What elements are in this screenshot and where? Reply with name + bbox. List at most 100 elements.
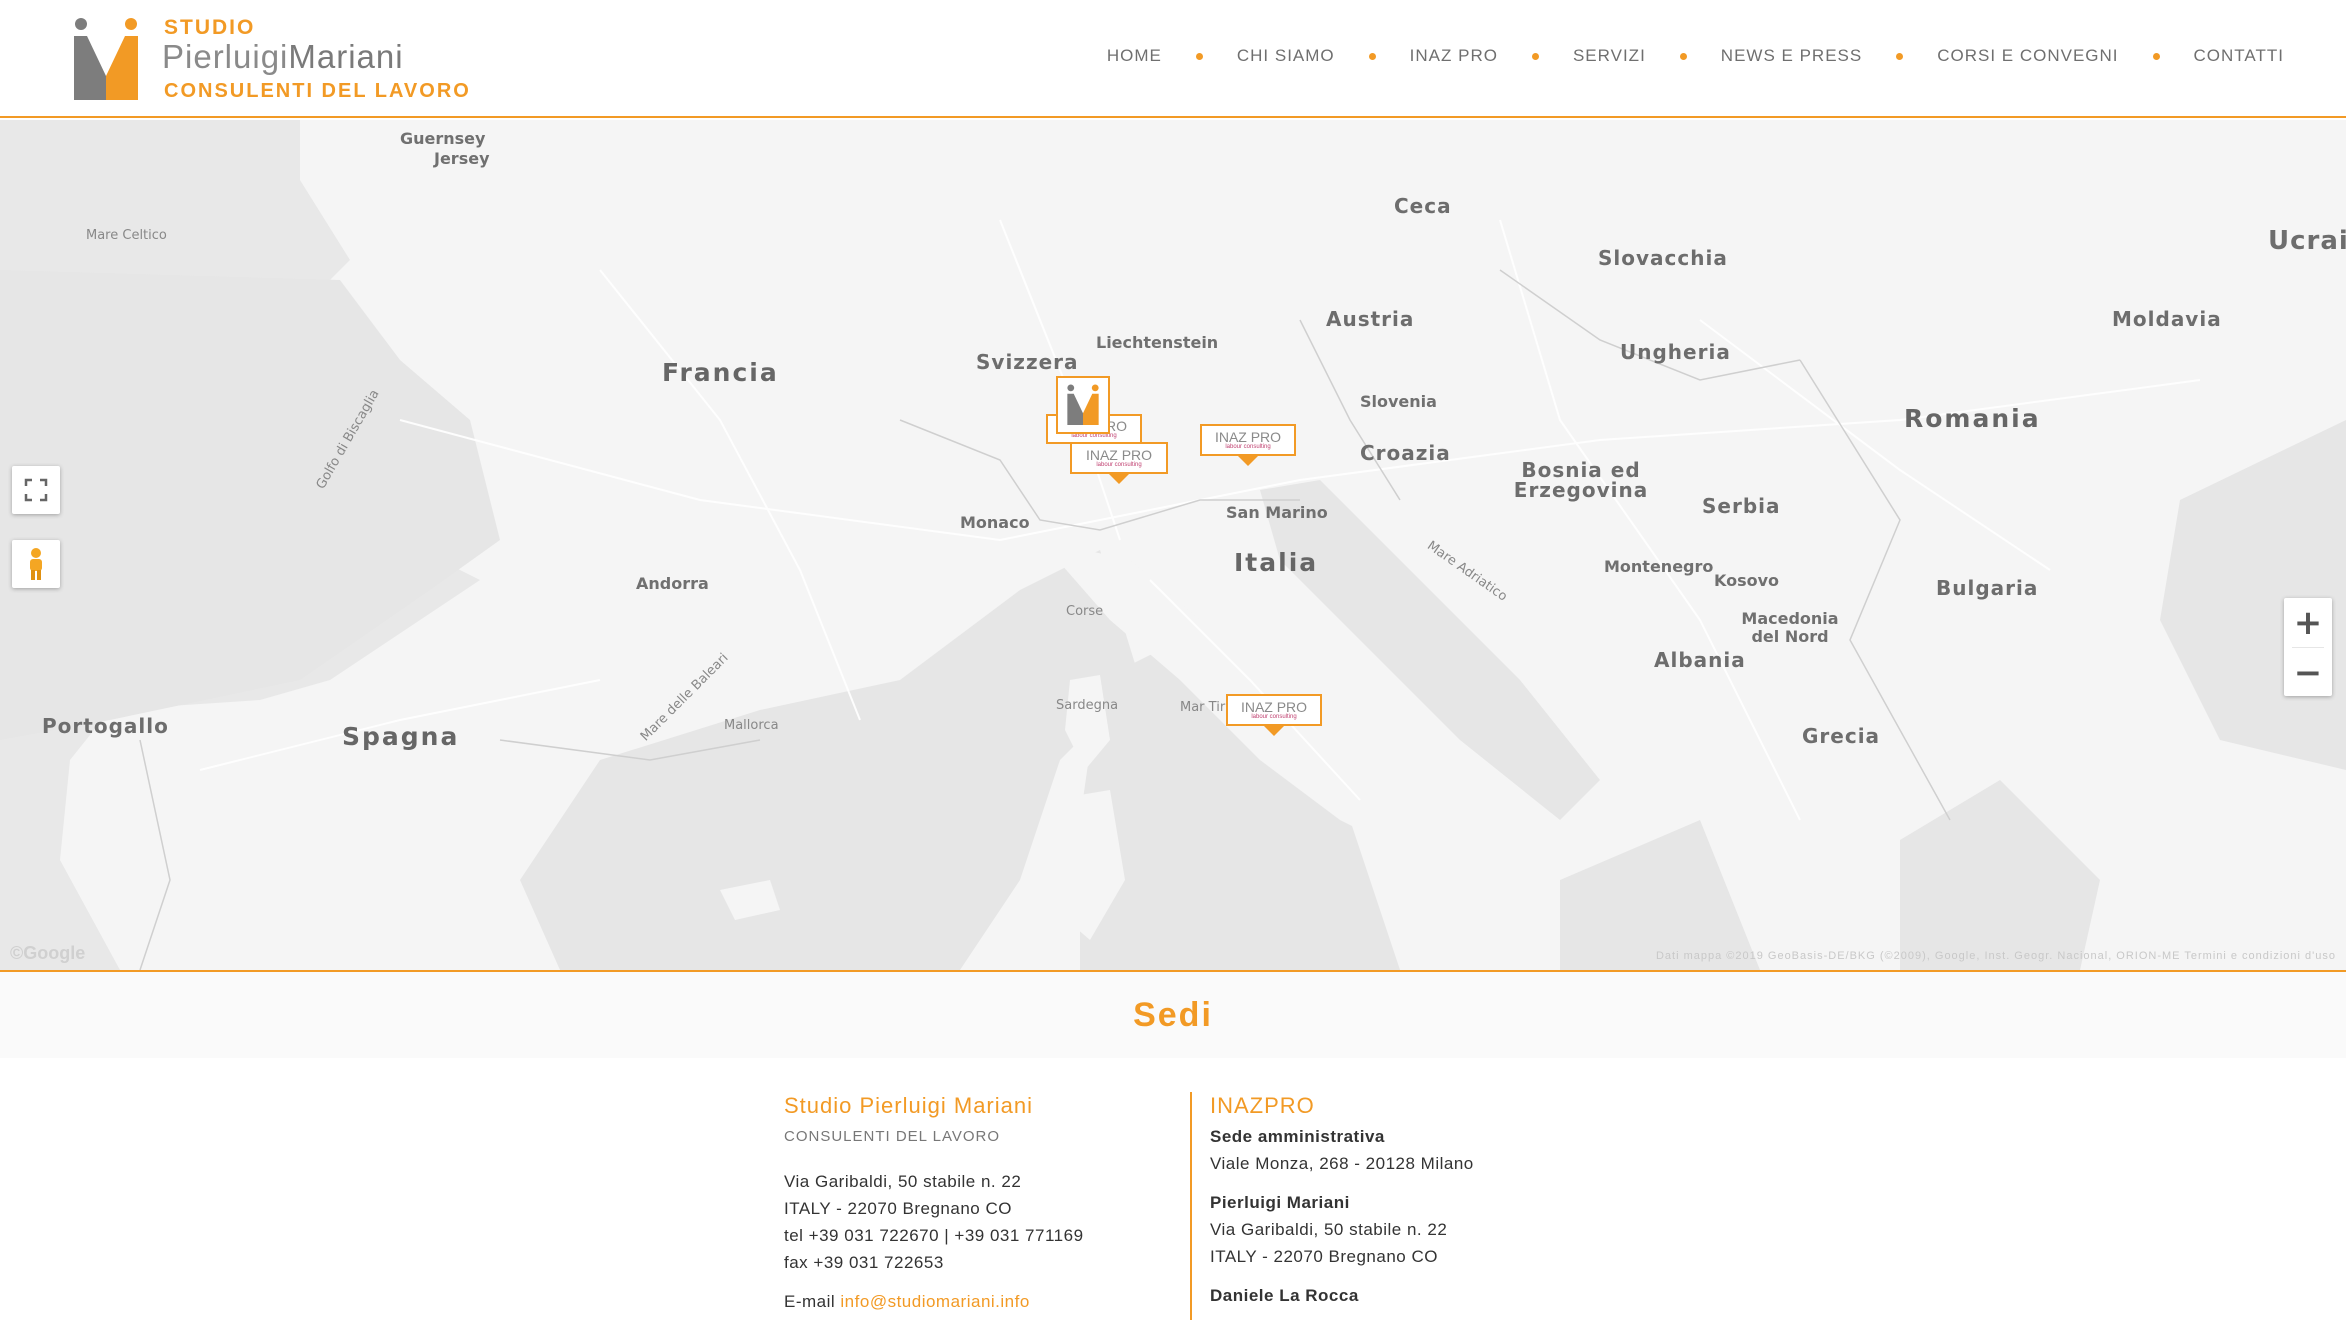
map-label-monaco: Monaco <box>960 513 1030 532</box>
map-label-andorra: Andorra <box>636 574 709 593</box>
nav-news-press[interactable]: NEWS E PRESS <box>1721 46 1862 66</box>
map-label-francia: Francia <box>662 358 779 387</box>
office-fax: fax +39 031 722653 <box>784 1253 944 1272</box>
logo-subtitle: CONSULENTI DEL LAVORO <box>164 80 471 102</box>
site-header: STUDIO PierluigiMariani CONSULENTI DEL L… <box>0 0 2346 118</box>
office-address-line: Via Garibaldi, 50 stabile n. 22 <box>784 1172 1022 1191</box>
map-label-san-marino: San Marino <box>1226 503 1328 522</box>
section-title: Sedi <box>1133 995 1213 1034</box>
locations-map[interactable]: Francia Italia Spagna Romania Austria Sl… <box>0 120 2346 970</box>
nav-separator-dot <box>1368 52 1376 60</box>
map-label-ceca: Ceca <box>1394 194 1452 218</box>
google-logo[interactable]: ©Google <box>10 943 85 964</box>
office-block-title: Pierluigi Mariani <box>1210 1193 1350 1212</box>
office-address-line: Via Garibaldi, 50 stabile n. 22 <box>1210 1220 1448 1239</box>
nav-inaz-pro[interactable]: INAZ PRO <box>1410 46 1498 66</box>
office-email-line: E-mail info@studiomariani.info <box>784 1288 1164 1315</box>
map-attribution[interactable]: Dati mappa ©2019 GeoBasis-DE/BKG (©2009)… <box>1656 950 2336 962</box>
logo-name-text: PierluigiMariani <box>162 38 404 76</box>
map-label-bosnia: Bosnia ed Erzegovina <box>1513 458 1649 502</box>
logo-studio-text: STUDIO <box>164 16 256 39</box>
marker-pointer <box>1264 726 1284 736</box>
zoom-in-button[interactable]: + <box>2284 598 2332 647</box>
map-marker-inaz-verona[interactable]: INAZ PRO labour consulting <box>1200 424 1296 466</box>
map-label-moldavia: Moldavia <box>2112 307 2222 331</box>
map-label-montenegro: Montenegro <box>1604 557 1714 576</box>
map-label-croazia: Croazia <box>1360 441 1451 465</box>
office-address-line: ITALY - 22070 Bregnano CO <box>1210 1247 1438 1266</box>
inaz-pro-logo: INAZ PROlabour consulting <box>1086 448 1152 468</box>
zoom-controls: + − <box>2284 598 2332 696</box>
marker-pointer <box>1238 456 1258 466</box>
map-label-ucraina: Ucrai <box>2268 226 2346 256</box>
marker-label: INAZ PRO <box>1214 429 1282 445</box>
map-label-portogallo: Portogallo <box>42 714 169 738</box>
nav-separator-dot <box>2152 52 2160 60</box>
map-label-mallorca: Mallorca <box>724 718 779 733</box>
fullscreen-button[interactable] <box>12 466 60 514</box>
map-label-sardegna: Sardegna <box>1056 698 1119 713</box>
nav-separator-dot <box>1896 52 1904 60</box>
marker-label: INAZ PRO <box>1085 447 1153 463</box>
map-label-ungheria: Ungheria <box>1620 340 1731 364</box>
map-label-italia: Italia <box>1234 548 1319 577</box>
map-label-bulgaria: Bulgaria <box>1936 576 2039 600</box>
office-address-line: Viale Monza, 268 - 20128 Milano <box>1210 1154 1474 1173</box>
map-label-kosovo: Kosovo <box>1714 571 1780 590</box>
office-title: INAZPRO <box>1210 1093 1315 1118</box>
office-address-line: ITALY - 22070 Bregnano CO <box>784 1199 1012 1218</box>
map-label-liechtenstein: Liechtenstein <box>1096 333 1219 352</box>
fullscreen-icon <box>24 478 48 502</box>
map-label-jersey: Jersey <box>434 149 490 168</box>
map-label-svizzera: Svizzera <box>976 350 1079 374</box>
map-label-slovacchia: Slovacchia <box>1598 246 1728 270</box>
map-marker-inaz-milano[interactable]: INAZ PRO labour consulting <box>1070 442 1168 484</box>
map-label-spagna: Spagna <box>342 722 460 751</box>
inaz-pro-logo: INAZ PROlabour consulting <box>1241 700 1307 720</box>
email-link[interactable]: info@studiomariani.info <box>840 1292 1029 1311</box>
map-label-albania: Albania <box>1654 648 1746 672</box>
map-label-macedonia: Macedonia del Nord <box>1741 609 1839 646</box>
office-inazpro: INAZPRO Sede amministrativa Viale Monza,… <box>1190 1092 1690 1320</box>
map-label-slovenia: Slovenia <box>1360 392 1437 411</box>
map-marker-studio-mariani[interactable] <box>1056 376 1110 434</box>
nav-contatti[interactable]: CONTATTI <box>2194 46 2284 66</box>
map-label-mare-celtico: Mare Celtico <box>86 228 167 243</box>
offices-info: Studio Pierluigi Mariani CONSULENTI DEL … <box>784 1092 1684 1320</box>
map-base-layer <box>0 120 2346 970</box>
map-label-guernsey: Guernsey <box>400 129 486 148</box>
map-label-corse: Corse <box>1066 604 1104 619</box>
office-block-title: Daniele La Rocca <box>1210 1286 1359 1305</box>
map-label-romania: Romania <box>1904 404 2041 433</box>
street-view-button[interactable] <box>12 540 60 588</box>
studio-mariani-logo[interactable]: STUDIO PierluigiMariani CONSULENTI DEL L… <box>70 14 490 104</box>
map-label-serbia: Serbia <box>1702 494 1781 518</box>
map-marker-inaz-roma[interactable]: INAZ PRO labour consulting <box>1226 694 1322 736</box>
office-subtitle: CONSULENTI DEL LAVORO <box>784 1128 1001 1145</box>
marker-pointer <box>1109 474 1129 484</box>
nav-home[interactable]: HOME <box>1107 46 1162 66</box>
logo-m-icon <box>74 18 138 100</box>
zoom-out-button[interactable]: − <box>2284 648 2332 697</box>
nav-chi-siamo[interactable]: CHI SIAMO <box>1237 46 1335 66</box>
office-block-title: Sede amministrativa <box>1210 1127 1385 1146</box>
office-studio-mariani: Studio Pierluigi Mariani CONSULENTI DEL … <box>784 1092 1164 1315</box>
office-title: Studio Pierluigi Mariani <box>784 1093 1033 1118</box>
marker-label: INAZ PRO <box>1240 699 1308 715</box>
nav-servizi[interactable]: SERVIZI <box>1573 46 1646 66</box>
office-phone: tel +39 031 722670 | +39 031 771169 <box>784 1226 1084 1245</box>
nav-separator-dot <box>1531 52 1539 60</box>
nav-corsi-convegni[interactable]: CORSI E CONVEGNI <box>1937 46 2118 66</box>
logo-name-first: Pierluigi <box>162 38 289 75</box>
studio-mariani-logo-icon <box>1067 384 1099 426</box>
email-label: E-mail <box>784 1292 836 1311</box>
nav-separator-dot <box>1195 52 1203 60</box>
inaz-pro-logo: INAZ PROlabour consulting <box>1215 430 1281 450</box>
map-label-grecia: Grecia <box>1802 724 1881 748</box>
pegman-icon <box>30 548 42 580</box>
map-label-austria: Austria <box>1326 307 1415 331</box>
nav-separator-dot <box>1679 52 1687 60</box>
